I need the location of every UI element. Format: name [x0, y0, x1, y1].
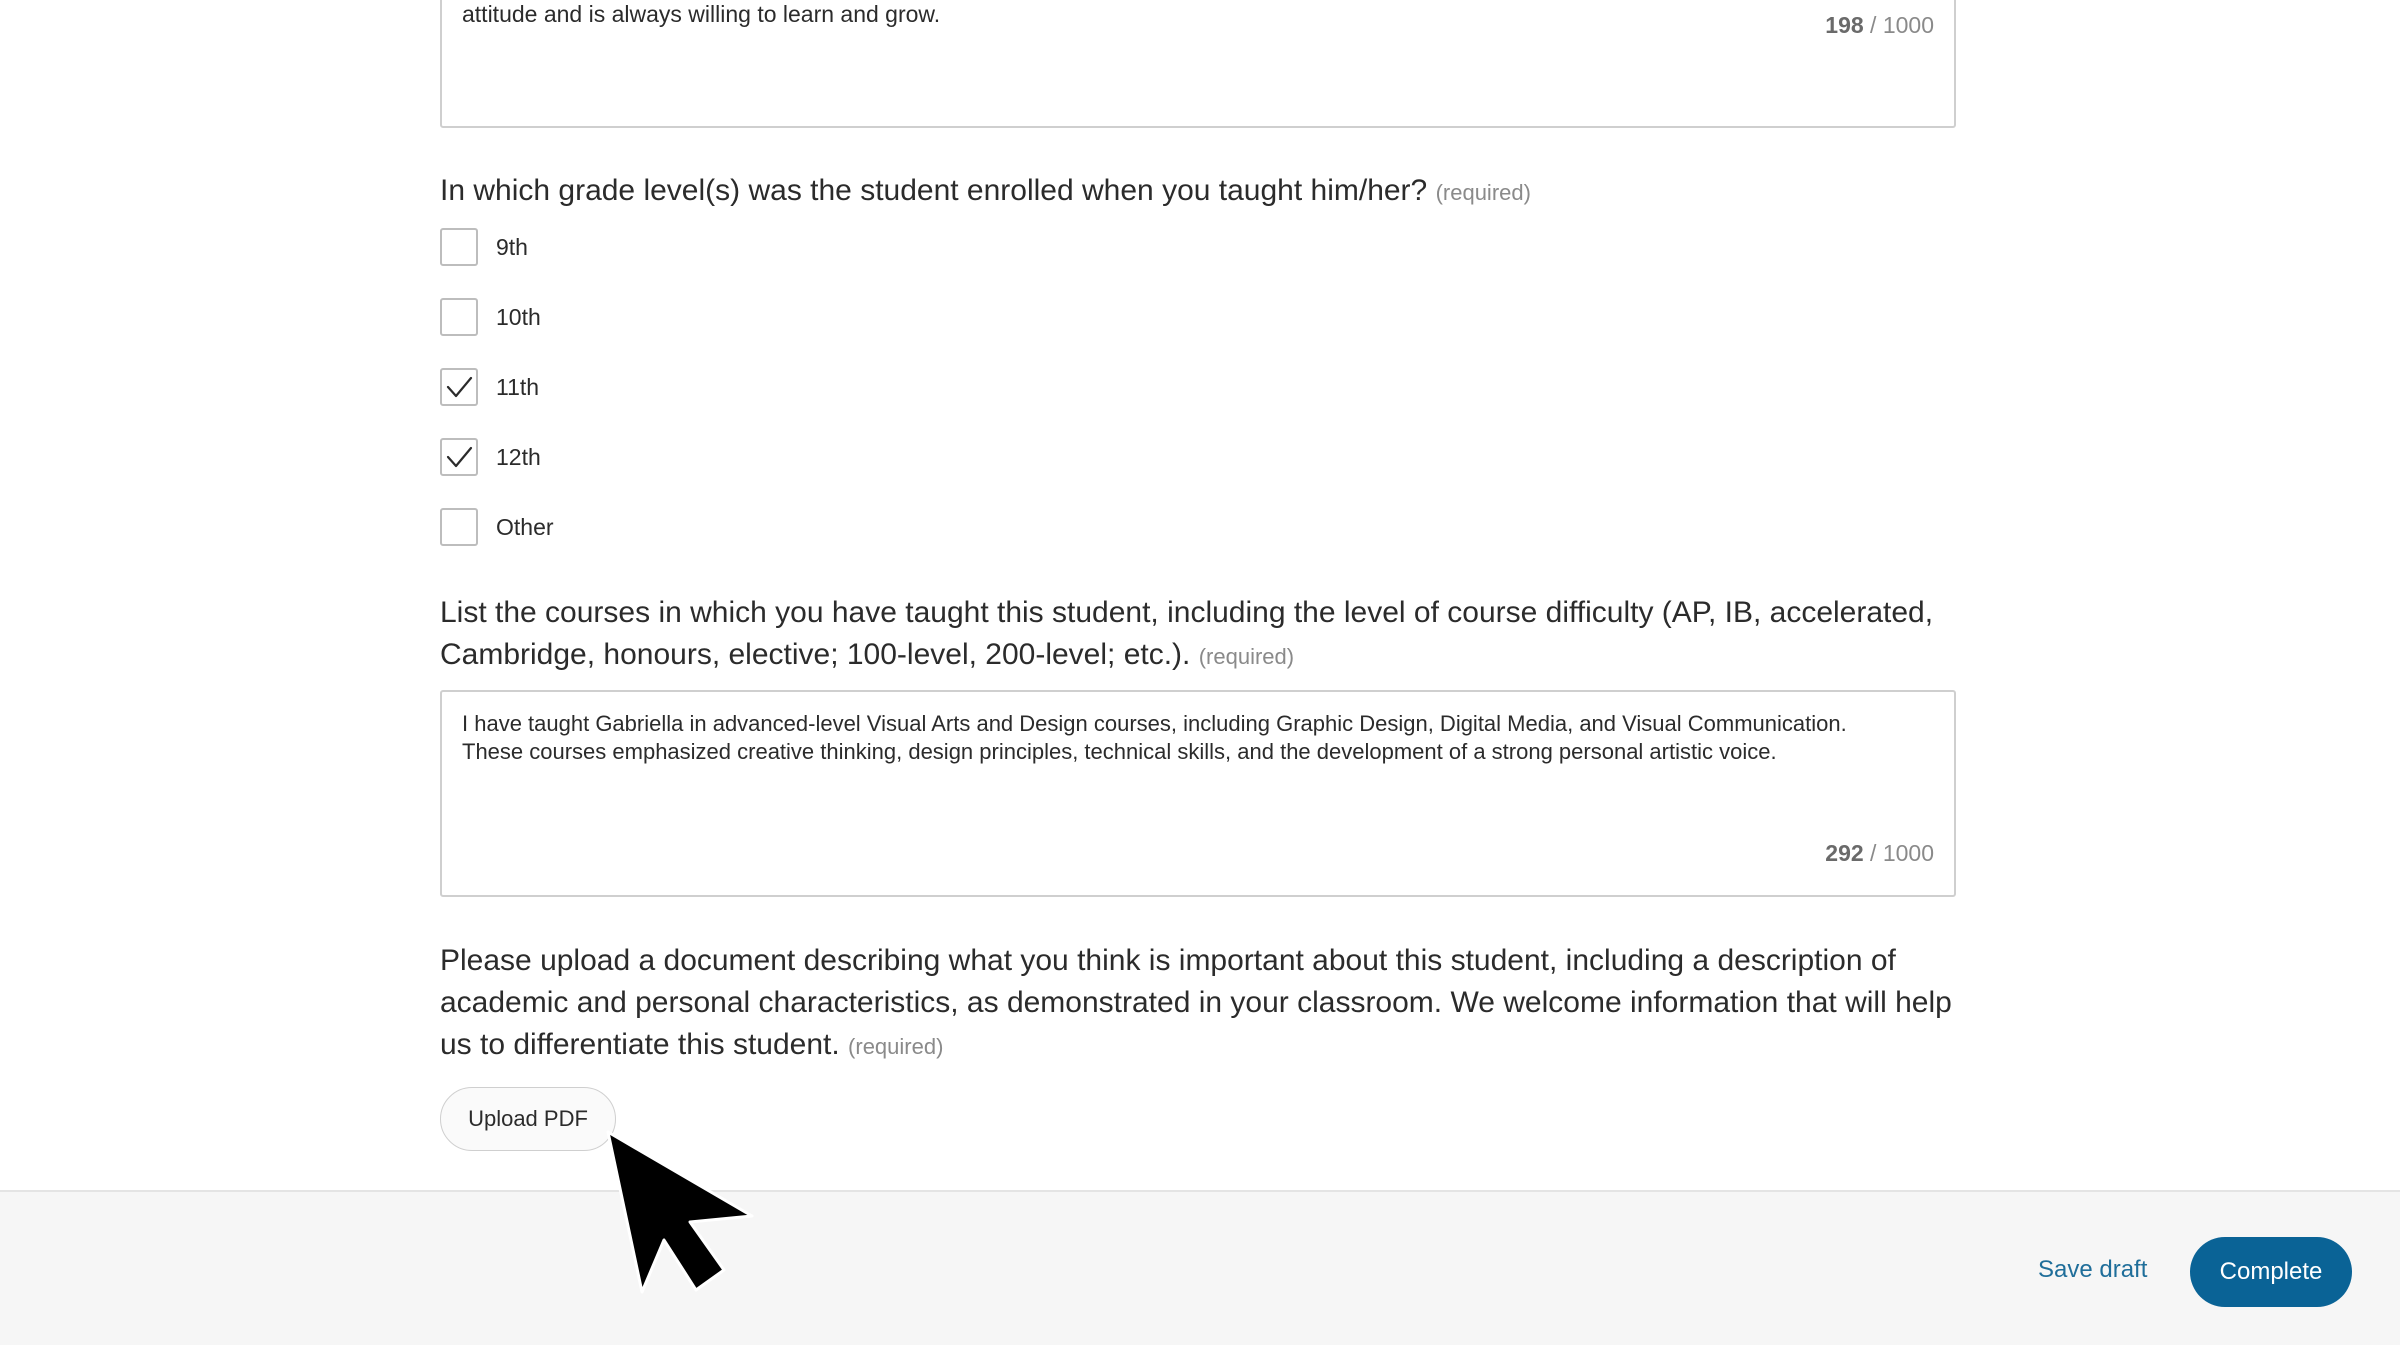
previous-answer-text: attitude and is always willing to learn … [462, 1, 941, 27]
checkbox-label: 9th [496, 233, 528, 260]
courses-textarea[interactable]: I have taught Gabriella in advanced-leve… [440, 690, 1956, 897]
complete-button[interactable]: Complete [2190, 1237, 2352, 1307]
footer-bar: Save draft Complete [0, 1190, 2400, 1345]
checkbox-row-9th[interactable]: 9th [440, 226, 528, 268]
upload-question: Please upload a document describing what… [440, 940, 1956, 1068]
courses-question: List the courses in which you have taugh… [440, 592, 1956, 678]
required-label: (required) [1435, 180, 1531, 205]
checkbox-9th[interactable] [440, 228, 478, 266]
question-text: Please upload a document describing what… [440, 944, 1952, 1061]
char-max: / 1000 [1870, 840, 1934, 866]
checkbox-12th[interactable] [440, 438, 478, 476]
checkbox-label: 12th [496, 443, 541, 470]
upload-pdf-button[interactable]: Upload PDF [440, 1087, 616, 1151]
checkbox-row-other[interactable]: Other [440, 506, 554, 548]
checkmark-icon [446, 446, 473, 468]
checkbox-row-11th[interactable]: 11th [440, 366, 539, 408]
char-max: / 1000 [1870, 12, 1934, 38]
checkbox-row-12th[interactable]: 12th [440, 436, 541, 478]
checkbox-10th[interactable] [440, 298, 478, 336]
checkbox-11th[interactable] [440, 368, 478, 406]
checkbox-label: Other [496, 513, 554, 540]
required-label: (required) [1198, 644, 1295, 669]
char-count: 198 [1825, 12, 1864, 38]
char-count: 292 [1825, 840, 1864, 866]
courses-char-counter: 292 / 1000 [1825, 840, 1934, 867]
page: attitude and is always willing to learn … [0, 0, 2400, 1345]
grade-level-question: In which grade level(s) was the student … [440, 170, 1956, 214]
checkbox-label: 11th [496, 373, 540, 400]
checkbox-other[interactable] [440, 508, 478, 546]
question-text: List the courses in which you have taugh… [440, 596, 1934, 671]
previous-answer-char-counter: 198 / 1000 [1825, 12, 1934, 39]
checkbox-row-10th[interactable]: 10th [440, 296, 541, 338]
save-draft-button[interactable]: Save draft [2038, 1256, 2147, 1284]
checkbox-label: 10th [496, 303, 541, 330]
previous-answer-textarea[interactable]: attitude and is always willing to learn … [440, 0, 1956, 128]
question-text: In which grade level(s) was the student … [440, 174, 1428, 207]
mouse-pointer-icon [606, 1130, 754, 1294]
checkmark-icon [446, 376, 473, 398]
courses-answer-text: I have taught Gabriella in advanced-leve… [462, 711, 1847, 764]
required-label: (required) [848, 1034, 944, 1059]
